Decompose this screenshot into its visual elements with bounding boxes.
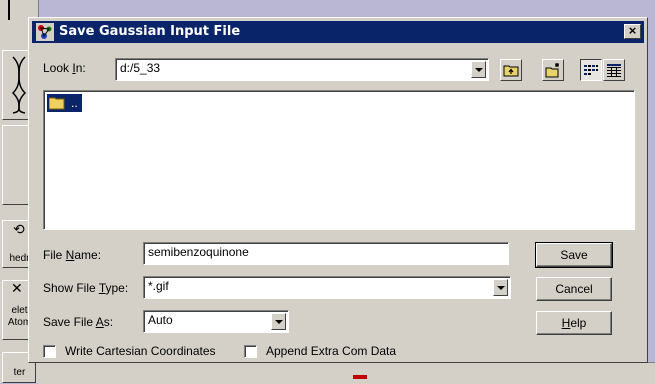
append-extra-checkbox[interactable] [244, 345, 257, 358]
look-in-value: d:/5_33 [120, 61, 161, 75]
title-bar[interactable]: Save Gaussian Input File × [32, 21, 644, 43]
cancel-button[interactable]: Cancel [536, 277, 612, 301]
background-marker [353, 375, 367, 379]
create-new-folder-button[interactable] [542, 59, 564, 81]
look-in-label: Look In: [43, 61, 86, 75]
save-file-as-label-text: Save File [43, 315, 96, 329]
save-as-value: Auto [148, 313, 173, 327]
file-name-value: semibenzoquinone [148, 245, 249, 259]
save-file-as-label-accelerator: A [95, 315, 104, 329]
show-file-type-label: Show File Type: [43, 281, 128, 295]
tool-label: ter [13, 367, 26, 378]
app-icon [36, 23, 54, 41]
divider [8, 0, 10, 20]
look-in-label-text: Look [43, 61, 73, 75]
help-button[interactable]: Help [536, 311, 612, 335]
file-name-label: File Name: [43, 248, 101, 262]
dna-icon [11, 56, 27, 114]
details-view-icon [607, 64, 621, 77]
dialog-title: Save Gaussian Input File [59, 24, 241, 39]
show-file-type-label-text: ype: [105, 281, 129, 295]
show-file-type-dropdown[interactable]: *.gif [143, 276, 511, 299]
background-status-area [38, 362, 655, 384]
file-type-value: *.gif [148, 279, 169, 293]
up-one-level-button[interactable] [500, 59, 522, 81]
append-extra-label: Append Extra Com Data [266, 344, 397, 358]
chevron-down-icon[interactable] [471, 61, 486, 78]
create-new-folder-icon [545, 63, 559, 78]
list-item[interactable]: .. [47, 94, 82, 112]
write-cartesian-label: Write Cartesian Coordinates [65, 344, 216, 358]
look-in-label-text: n: [75, 61, 86, 75]
save-gaussian-input-dialog: Save Gaussian Input File × Look In: d:/5… [28, 17, 648, 363]
file-name-label-text: ame: [74, 248, 102, 262]
write-cartesian-checkbox[interactable] [43, 345, 56, 358]
help-button-label: elp [570, 316, 587, 330]
details-view-button[interactable] [603, 59, 625, 81]
chevron-down-icon[interactable] [493, 279, 508, 296]
save-file-as-label: Save File As: [43, 315, 113, 329]
list-view-button[interactable] [580, 59, 602, 81]
file-item-name: .. [71, 96, 78, 110]
file-list[interactable]: .. [43, 90, 635, 230]
close-icon: × [628, 23, 637, 38]
save-file-as-label-text: s: [103, 315, 114, 329]
file-name-label-text: File [43, 248, 66, 262]
delete-icon: ✕ [11, 280, 23, 296]
rotate-icon: ⟲ [13, 221, 25, 237]
save-button[interactable]: Save [535, 242, 613, 268]
close-button[interactable]: × [624, 24, 641, 39]
file-name-input[interactable]: semibenzoquinone [143, 242, 509, 265]
save-file-as-dropdown[interactable]: Auto [143, 310, 289, 333]
up-one-level-icon [503, 65, 519, 77]
show-file-type-label-text: Show File [43, 281, 99, 295]
look-in-dropdown[interactable]: d:/5_33 [115, 58, 489, 81]
list-view-icon [584, 65, 598, 75]
chevron-down-icon[interactable] [271, 313, 286, 330]
folder-icon [49, 97, 65, 110]
